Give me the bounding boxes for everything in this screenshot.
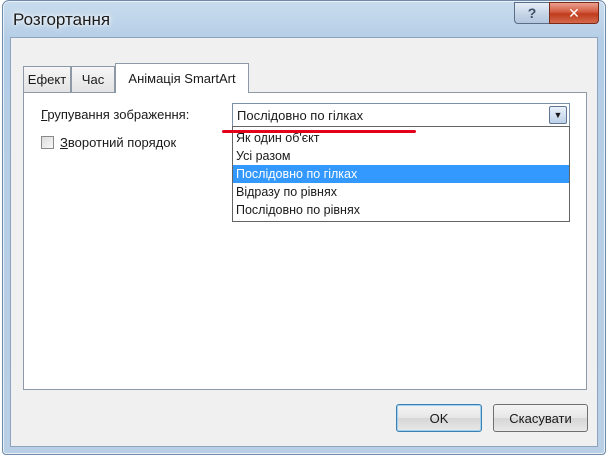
combo-selected-value: Послідовно по гілках (237, 108, 364, 123)
dropdown-button[interactable]: ▼ (549, 106, 567, 124)
help-button[interactable]: ? (514, 2, 550, 24)
tab-effect[interactable]: Ефект (23, 66, 71, 92)
ok-button[interactable]: OK (396, 404, 482, 432)
group-graphic-combobox[interactable]: Послідовно по гілках ▼ (232, 103, 570, 127)
tab-label: Ефект (27, 72, 67, 87)
close-icon: ✕ (568, 4, 580, 21)
red-annotation-underline (222, 130, 416, 133)
list-item-one-by-one-branch[interactable]: Послідовно по гілках (233, 165, 569, 183)
tab-smartart-animation[interactable]: Анімація SmartArt (115, 63, 249, 93)
group-graphic-label: Групування зображення: (41, 107, 189, 122)
dialog-window: Розгортання ? ✕ Ефект Час Анімація Smart… (2, 0, 606, 455)
cancel-button[interactable]: Скасувати (493, 404, 588, 432)
reverse-order-label: Зворотний порядок (60, 135, 176, 150)
window-title: Розгортання (13, 10, 111, 29)
list-item-level-at-once[interactable]: Відразу по рівнях (233, 183, 569, 201)
tab-timing[interactable]: Час (71, 66, 115, 92)
reverse-label-accelerator: З (60, 135, 68, 150)
tab-label: Час (81, 72, 105, 87)
title-bar[interactable]: Розгортання ? ✕ (3, 1, 605, 37)
close-button[interactable]: ✕ (549, 2, 599, 24)
help-icon: ? (527, 5, 537, 21)
ok-button-label: OK (429, 410, 449, 426)
group-graphic-dropdown-list: Як один об'єкт Усі разом Послідовно по г… (232, 126, 570, 222)
group-label-text: рупування зображення: (47, 107, 190, 122)
chevron-down-icon: ▼ (553, 110, 563, 120)
reverse-order-checkbox[interactable] (41, 136, 54, 149)
reverse-label-text: воротний порядок (67, 135, 177, 150)
tab-label: Анімація SmartArt (128, 71, 236, 86)
smartart-tab-panel: Групування зображення: Послідовно по гіл… (23, 92, 587, 390)
dialog-client-area: Ефект Час Анімація SmartArt Групування з… (10, 37, 598, 447)
list-item-level-one-by-one[interactable]: Послідовно по рівнях (233, 201, 569, 219)
cancel-button-label: Скасувати (509, 410, 572, 426)
list-item-all-at-once[interactable]: Усі разом (233, 147, 569, 165)
reverse-order-option[interactable]: Зворотний порядок (41, 135, 176, 150)
